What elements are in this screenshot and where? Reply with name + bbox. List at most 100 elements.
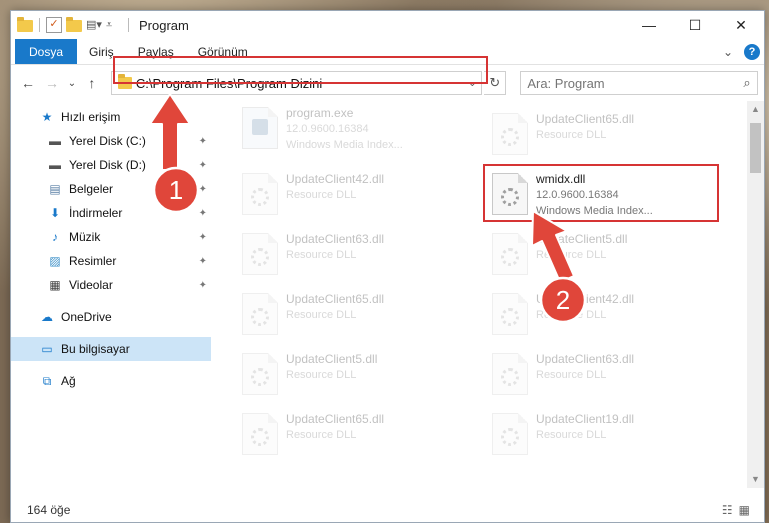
close-button[interactable]: ✕ <box>718 11 764 39</box>
recent-locations-button[interactable]: ⌄ <box>65 71 79 95</box>
sidebar-item-label: OneDrive <box>61 310 112 324</box>
music-icon: ♪ <box>52 230 58 244</box>
quick-access-toolbar: ✓ ▤▾ ⩡ <box>11 17 131 33</box>
vertical-scrollbar[interactable]: ▲ ▼ <box>747 101 764 488</box>
address-dropdown-icon[interactable]: ⌄ <box>463 78 481 89</box>
file-name: UpdateClient65.dll <box>536 112 635 126</box>
sidebar-item-resimler[interactable]: ▨ Resimler ✦ <box>11 249 211 273</box>
tab-file[interactable]: Dosya <box>15 39 78 64</box>
file-meta: UpdateClient42.dll Resource DLL <box>286 167 384 203</box>
sidebar-item-müzik[interactable]: ♪ Müzik ✦ <box>11 225 211 249</box>
gear-icon <box>251 368 269 386</box>
tab-view[interactable]: Görünüm <box>186 39 260 64</box>
file-name: UpdateClient65.dll <box>286 412 385 426</box>
cloud-icon: ☁ <box>41 310 53 324</box>
sidebar-item-i-ndirmeler[interactable]: ⬇ İndirmeler ✦ <box>11 201 211 225</box>
folder-icon <box>17 17 33 32</box>
dll-file-icon <box>492 233 528 275</box>
file-name: UpdateClient65.dll <box>286 292 385 306</box>
dll-file-icon <box>492 413 528 455</box>
pin-icon[interactable]: ✦ <box>199 160 207 171</box>
file-list: program.exe 12.0.9600.16384 Windows Media … <box>216 101 743 488</box>
drive-icon: ▬ <box>49 134 61 148</box>
file-meta: program.exe 12.0.9600.16384 Windows Media … <box>286 101 403 153</box>
pin-icon[interactable]: ✦ <box>199 184 207 195</box>
sidebar-item-label: Yerel Disk (C:) <box>69 134 146 148</box>
scroll-thumb[interactable] <box>750 123 761 173</box>
ribbon-tabs: Dosya Giriş Paylaş Görünüm ⌄ ? <box>11 39 764 65</box>
address-bar[interactable]: C:\Program Files\Program Dizini ⌄ <box>110 71 483 95</box>
sidebar-item-yerel-disk-c-[interactable]: ▬ Yerel Disk (C:) ✦ <box>11 129 211 153</box>
up-button[interactable]: ↑ <box>81 71 103 95</box>
file-item[interactable]: UpdateClient19.dll Resource DLL <box>488 407 728 463</box>
file-item[interactable]: UpdateClient42.dll Resource DLL <box>238 167 478 223</box>
pin-icon[interactable]: ✦ <box>199 136 207 147</box>
file-name: UpdateClient19.dll <box>536 412 635 426</box>
pin-icon[interactable]: ✦ <box>199 232 207 243</box>
sidebar-item-label: Yerel Disk (D:) <box>69 158 146 172</box>
file-detail: 12.0.9600.16384 <box>286 123 369 135</box>
file-detail: Resource DLL <box>536 129 607 141</box>
documents-icon: ▤ <box>49 182 61 196</box>
sidebar-item-ağ[interactable]: ⧉ Ağ <box>11 369 211 393</box>
view-switcher: ☷ ▦ <box>722 503 764 517</box>
file-detail: Resource DLL <box>286 369 357 381</box>
gear-icon <box>251 248 269 266</box>
file-item[interactable]: UpdateClient63.dll Resource DLL <box>488 347 728 403</box>
file-detail: Resource DLL <box>536 309 607 321</box>
videos-icon: ▦ <box>49 278 61 292</box>
gear-icon <box>501 308 519 326</box>
new-folder-icon[interactable] <box>66 17 82 32</box>
customize-qat-icon[interactable]: ▤▾ <box>86 17 102 33</box>
sidebar-item-hızlı-erişim[interactable]: ★ Hızlı erişim <box>11 105 211 129</box>
expand-ribbon-icon[interactable]: ⌄ <box>716 39 740 64</box>
file-item[interactable]: UpdateClient65.dll Resource DLL <box>238 407 478 463</box>
gear-icon <box>251 428 269 446</box>
sidebar-item-bu-bilgisayar[interactable]: ▭ Bu bilgisayar <box>11 337 211 361</box>
minimize-button[interactable]: — <box>626 11 672 39</box>
file-meta: UpdateClient65.dll Resource DLL <box>286 287 384 323</box>
help-icon: ? <box>744 43 760 60</box>
details-view-icon[interactable]: ☷ <box>722 503 733 517</box>
file-item[interactable]: UpdateClient63.dll Resource DLL <box>238 227 478 283</box>
address-path[interactable]: C:\Program Files\Program Dizini <box>136 76 463 91</box>
file-item[interactable]: UpdateClient65.dll Resource DLL <box>238 287 478 343</box>
file-item[interactable]: UpdateClient65.dll Resource DLL <box>488 107 728 163</box>
gear-icon <box>252 119 268 135</box>
file-item[interactable]: UpdateClient5.dll Resource DLL <box>238 347 478 403</box>
file-description: Windows Media Index... <box>536 205 653 217</box>
sidebar-item-videolar[interactable]: ▦ Videolar ✦ <box>11 273 211 297</box>
file-item[interactable]: wmidx.dll 12.0.9600.16384 Windows Media In… <box>488 167 728 223</box>
help-button[interactable]: ? <box>740 39 764 64</box>
pin-icon[interactable]: ✦ <box>199 280 207 291</box>
drive-icon: ▬ <box>49 158 61 172</box>
file-meta: UpdateClient63.dll Resource DLL <box>536 347 634 383</box>
properties-check-icon[interactable]: ✓ <box>46 17 62 33</box>
sidebar-item-yerel-disk-d-[interactable]: ▬ Yerel Disk (D:) ✦ <box>11 153 211 177</box>
gear-icon <box>251 308 269 326</box>
maximize-button[interactable]: ☐ <box>672 11 718 39</box>
tiles-view-icon[interactable]: ▦ <box>739 503 750 517</box>
sidebar-item-label: Belgeler <box>69 182 114 196</box>
sidebar-item-label: Hızlı erişim <box>61 110 121 124</box>
qat-dropdown-icon[interactable]: ⩡ <box>106 17 122 33</box>
scroll-down-icon[interactable]: ▼ <box>747 471 764 488</box>
forward-button[interactable]: → <box>41 71 63 95</box>
tab-home[interactable]: Giriş <box>77 39 126 64</box>
file-item[interactable]: UpdateClient5.dll Resource DLL <box>488 227 728 283</box>
search-box[interactable]: ⌕ <box>520 71 758 95</box>
pin-icon[interactable]: ✦ <box>199 256 207 267</box>
file-item[interactable]: UpdateClient42.dll Resource DLL <box>488 287 728 343</box>
file-detail: Resource DLL <box>536 429 607 441</box>
file-item[interactable]: program.exe 12.0.9600.16384 Windows Media … <box>238 101 478 157</box>
navigation-pane: ★ Hızlı erişim ▬ Yerel Disk (C:) ✦ ▬ Yerel Dis… <box>11 101 211 488</box>
search-input[interactable] <box>527 75 737 91</box>
back-button[interactable]: ← <box>17 71 39 95</box>
refresh-button[interactable]: ↻ <box>484 71 507 95</box>
pin-icon[interactable]: ✦ <box>199 208 207 219</box>
tab-share[interactable]: Paylaş <box>126 39 186 64</box>
sidebar-item-belgeler[interactable]: ▤ Belgeler ✦ <box>11 177 211 201</box>
sidebar-item-label: Müzik <box>69 230 101 244</box>
scroll-up-icon[interactable]: ▲ <box>747 101 764 118</box>
sidebar-item-onedrive[interactable]: ☁ OneDrive <box>11 305 211 329</box>
